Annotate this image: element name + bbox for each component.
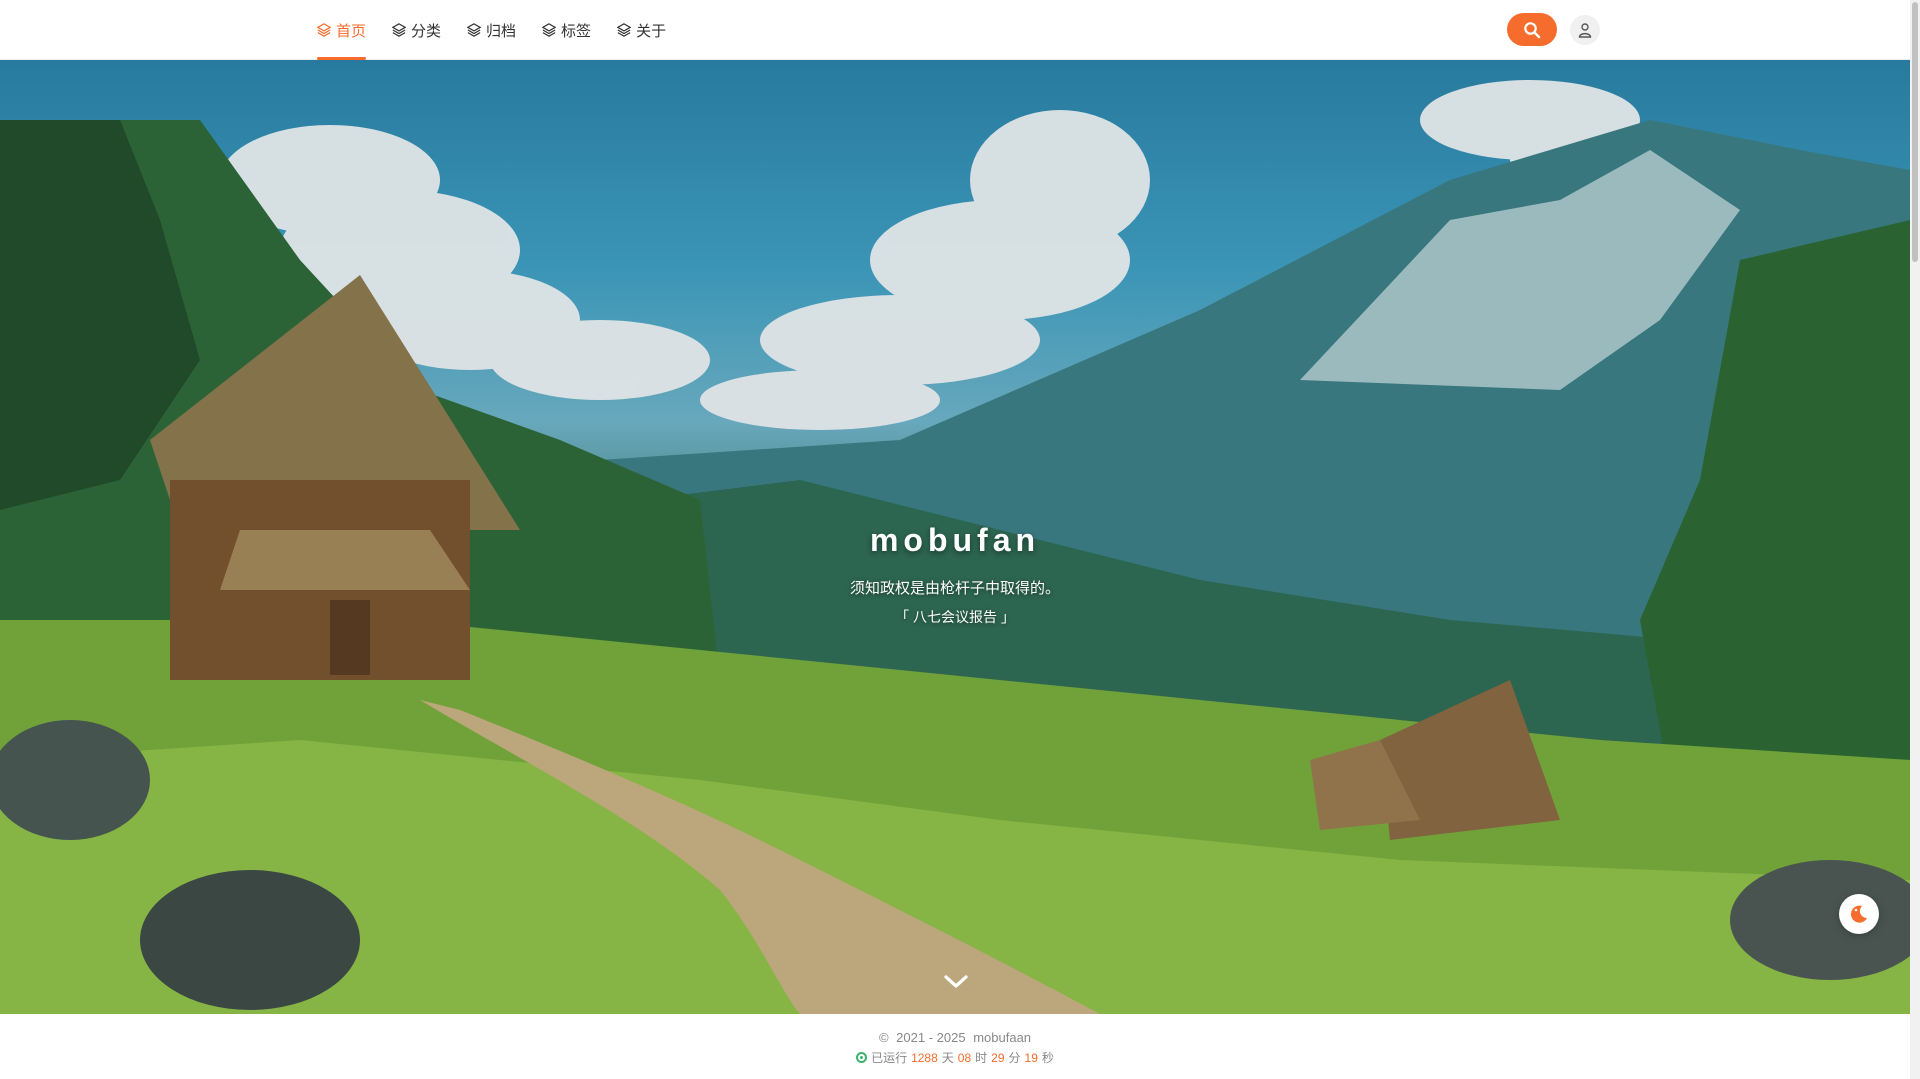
nav-item-label: 关于 <box>636 22 667 40</box>
nav-item-label: 分类 <box>411 22 442 40</box>
user-button[interactable] <box>1570 15 1600 45</box>
copyright-years: 2021 - 2025 <box>896 1030 966 1045</box>
search-icon <box>1524 21 1541 38</box>
hero-quote-source: 「 八七会议报告 」 <box>895 609 1015 625</box>
layers-icon <box>467 23 482 37</box>
theme-toggle-button[interactable] <box>1839 894 1879 934</box>
runtime-seconds: 19 <box>1024 1050 1038 1065</box>
nav-item-about[interactable]: 关于 <box>617 0 666 60</box>
site-title: mobufan <box>869 522 1041 558</box>
hero-banner: mobufan 须知政权是由枪杆子中取得的。 「 八七会议报告 」 <box>0 60 1910 1014</box>
footer-author[interactable]: mobufaan <box>973 1030 1031 1045</box>
copyright-symbol: © <box>878 1030 889 1045</box>
runtime-hours-unit: 时 <box>975 1051 988 1065</box>
runtime-minutes: 29 <box>991 1050 1005 1065</box>
nav-menu: 首页 分类 归档 标签 关于 <box>317 0 692 60</box>
nav-item-home[interactable]: 首页 <box>317 0 367 60</box>
runtime-days: 1288 <box>911 1050 938 1065</box>
runtime-seconds-unit: 秒 <box>1041 1051 1054 1065</box>
search-button[interactable] <box>1507 13 1557 46</box>
nav-item-categories[interactable]: 分类 <box>392 0 441 60</box>
top-navbar: 首页 分类 归档 标签 关于 <box>0 0 1910 60</box>
scrollbar-thumb[interactable] <box>1912 2 1918 262</box>
footer-copyright: © 2021 - 2025 mobufaan <box>0 1030 1910 1045</box>
runtime-days-unit: 天 <box>941 1051 954 1065</box>
layers-icon <box>617 23 632 37</box>
runtime-minutes-unit: 分 <box>1008 1051 1021 1065</box>
layers-icon <box>317 23 331 37</box>
page-footer: © 2021 - 2025 mobufaan 已运行 1288 天 08 时 2… <box>0 1014 1910 1079</box>
hero-quote: 须知政权是由枪杆子中取得的。 <box>849 580 1060 597</box>
runtime-prefix: 已运行 <box>871 1051 908 1065</box>
page-scrollbar[interactable] <box>1910 0 1920 1079</box>
moon-icon <box>1850 905 1867 923</box>
chevron-down-icon[interactable] <box>943 972 969 992</box>
nav-item-label: 归档 <box>486 22 517 40</box>
site-runtime: 已运行 1288 天 08 时 29 分 19 秒 <box>0 1049 1910 1066</box>
nav-item-label: 标签 <box>561 22 592 40</box>
user-icon <box>1578 23 1592 38</box>
layers-icon <box>392 23 407 37</box>
nav-item-tags[interactable]: 标签 <box>542 0 591 60</box>
runtime-hours: 08 <box>957 1050 972 1065</box>
nav-item-archives[interactable]: 归档 <box>467 0 516 60</box>
layers-icon <box>542 23 557 37</box>
runtime-indicator-icon <box>856 1052 868 1063</box>
nav-item-label: 首页 <box>336 22 367 40</box>
